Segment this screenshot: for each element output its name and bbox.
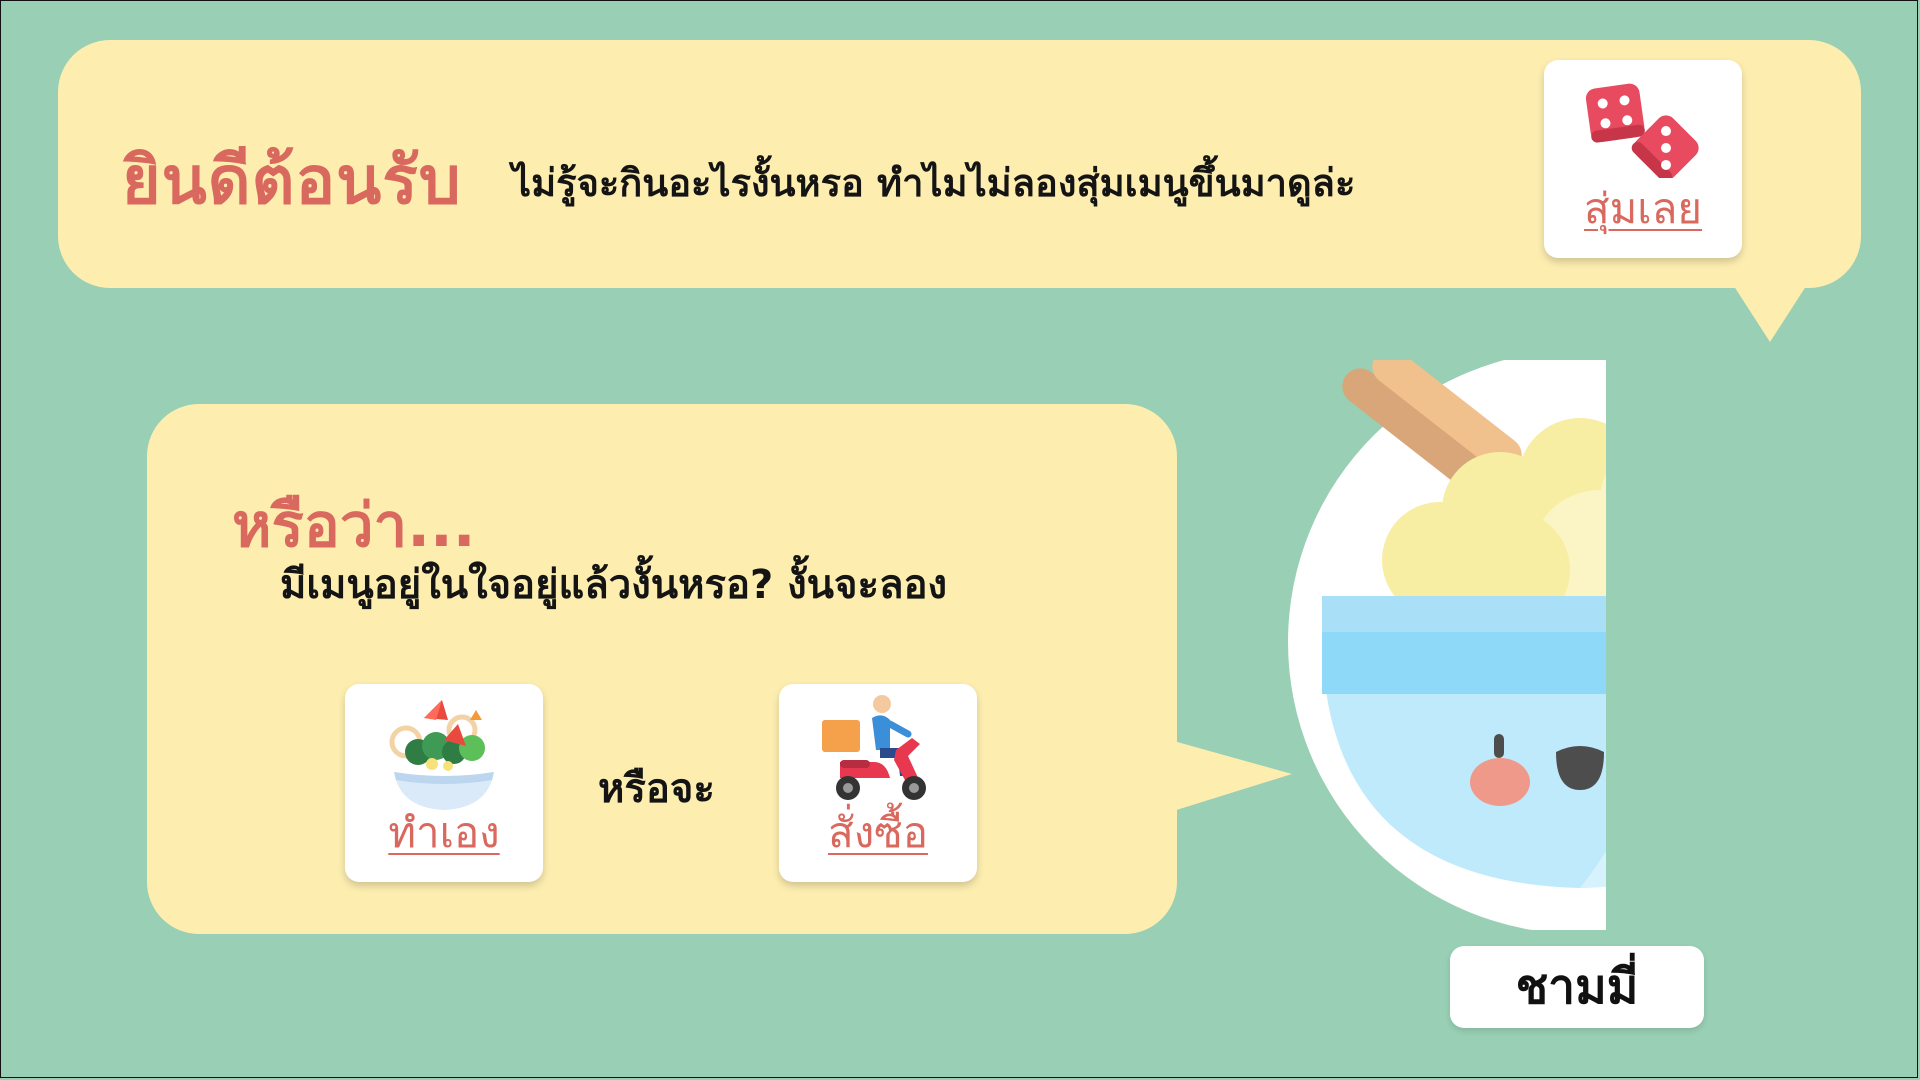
delivery-scooter-icon [822,695,926,800]
cook-button-label: ทำเอง [388,808,500,857]
alternative-question: มีเมนูอยู่ในใจอยู่แล้วงั้นหรอ? งั้นจะลอง [280,562,948,608]
cook-yourself-button[interactable]: ทำเอง [345,684,543,882]
rice-bowl-mascot-icon [1288,360,1606,930]
order-delivery-button[interactable]: สั่งซื้อ [779,684,977,882]
order-button-label: สั่งซื้อ [828,808,928,857]
or-connector-text: หรือจะ [598,766,715,812]
salad-bowl-icon [389,700,494,810]
mascot-name-tag: ชามมี่ [1450,946,1704,1028]
